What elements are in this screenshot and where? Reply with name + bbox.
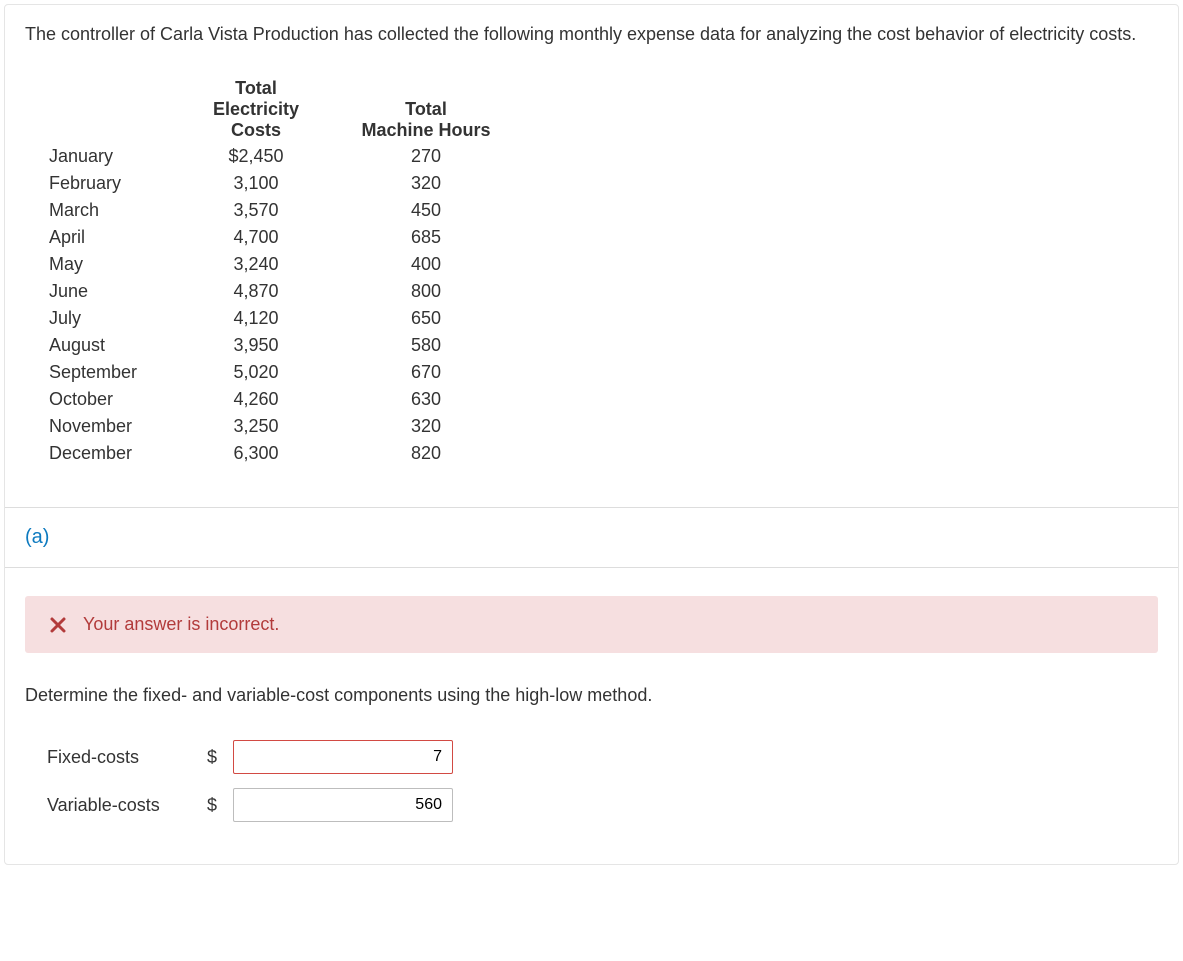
table-row: December6,300820: [31, 440, 511, 467]
month-cell: January: [31, 143, 171, 170]
expense-data-table: Total Electricity Costs Total Machine Ho…: [31, 76, 511, 467]
month-cell: December: [31, 440, 171, 467]
variable-costs-label: Variable-costs: [47, 795, 197, 816]
cost-cell: 3,250: [171, 413, 341, 440]
feedback-incorrect: Your answer is incorrect.: [25, 596, 1158, 653]
cost-cell: 4,870: [171, 278, 341, 305]
cost-cell: 4,700: [171, 224, 341, 251]
currency-symbol: $: [207, 747, 223, 768]
question-panel: The controller of Carla Vista Production…: [4, 4, 1179, 865]
header-machine-hours: Total Machine Hours: [341, 76, 511, 143]
table-row: October4,260630: [31, 386, 511, 413]
table-row: April4,700685: [31, 224, 511, 251]
month-cell: August: [31, 332, 171, 359]
variable-costs-row: Variable-costs $: [47, 788, 1158, 822]
cost-cell: 5,020: [171, 359, 341, 386]
table-row: July4,120650: [31, 305, 511, 332]
table-row: January$2,450270: [31, 143, 511, 170]
table-row: November3,250320: [31, 413, 511, 440]
table-row: June4,870800: [31, 278, 511, 305]
month-cell: October: [31, 386, 171, 413]
cost-cell: 3,950: [171, 332, 341, 359]
hours-cell: 580: [341, 332, 511, 359]
hours-cell: 320: [341, 413, 511, 440]
hours-cell: 400: [341, 251, 511, 278]
feedback-text: Your answer is incorrect.: [83, 614, 279, 635]
table-row: May3,240400: [31, 251, 511, 278]
part-label: (a): [5, 507, 1178, 568]
currency-symbol: $: [207, 795, 223, 816]
cost-cell: 6,300: [171, 440, 341, 467]
month-cell: April: [31, 224, 171, 251]
problem-statement: The controller of Carla Vista Production…: [5, 5, 1178, 56]
table-row: March3,570450: [31, 197, 511, 224]
month-cell: September: [31, 359, 171, 386]
cost-cell: 4,120: [171, 305, 341, 332]
month-cell: July: [31, 305, 171, 332]
hours-cell: 650: [341, 305, 511, 332]
hours-cell: 670: [341, 359, 511, 386]
table-body: January$2,450270February3,100320March3,5…: [31, 143, 511, 467]
month-cell: June: [31, 278, 171, 305]
month-cell: February: [31, 170, 171, 197]
cost-cell: 4,260: [171, 386, 341, 413]
cost-cell: $2,450: [171, 143, 341, 170]
answer-area: Your answer is incorrect. Determine the …: [5, 568, 1178, 864]
header-month-blank: [31, 76, 171, 143]
table-row: February3,100320: [31, 170, 511, 197]
cost-cell: 3,100: [171, 170, 341, 197]
variable-costs-input[interactable]: [233, 788, 453, 822]
hours-cell: 820: [341, 440, 511, 467]
month-cell: November: [31, 413, 171, 440]
hours-cell: 630: [341, 386, 511, 413]
header-electricity-costs: Total Electricity Costs: [171, 76, 341, 143]
table-row: September5,020670: [31, 359, 511, 386]
fixed-costs-row: Fixed-costs $: [47, 740, 1158, 774]
month-cell: March: [31, 197, 171, 224]
instruction-text: Determine the fixed- and variable-cost c…: [25, 685, 1158, 706]
hours-cell: 800: [341, 278, 511, 305]
fixed-costs-input[interactable]: [233, 740, 453, 774]
cost-cell: 3,240: [171, 251, 341, 278]
hours-cell: 270: [341, 143, 511, 170]
x-icon: [49, 616, 67, 634]
fixed-costs-label: Fixed-costs: [47, 747, 197, 768]
hours-cell: 685: [341, 224, 511, 251]
month-cell: May: [31, 251, 171, 278]
table-row: August3,950580: [31, 332, 511, 359]
hours-cell: 320: [341, 170, 511, 197]
cost-cell: 3,570: [171, 197, 341, 224]
hours-cell: 450: [341, 197, 511, 224]
